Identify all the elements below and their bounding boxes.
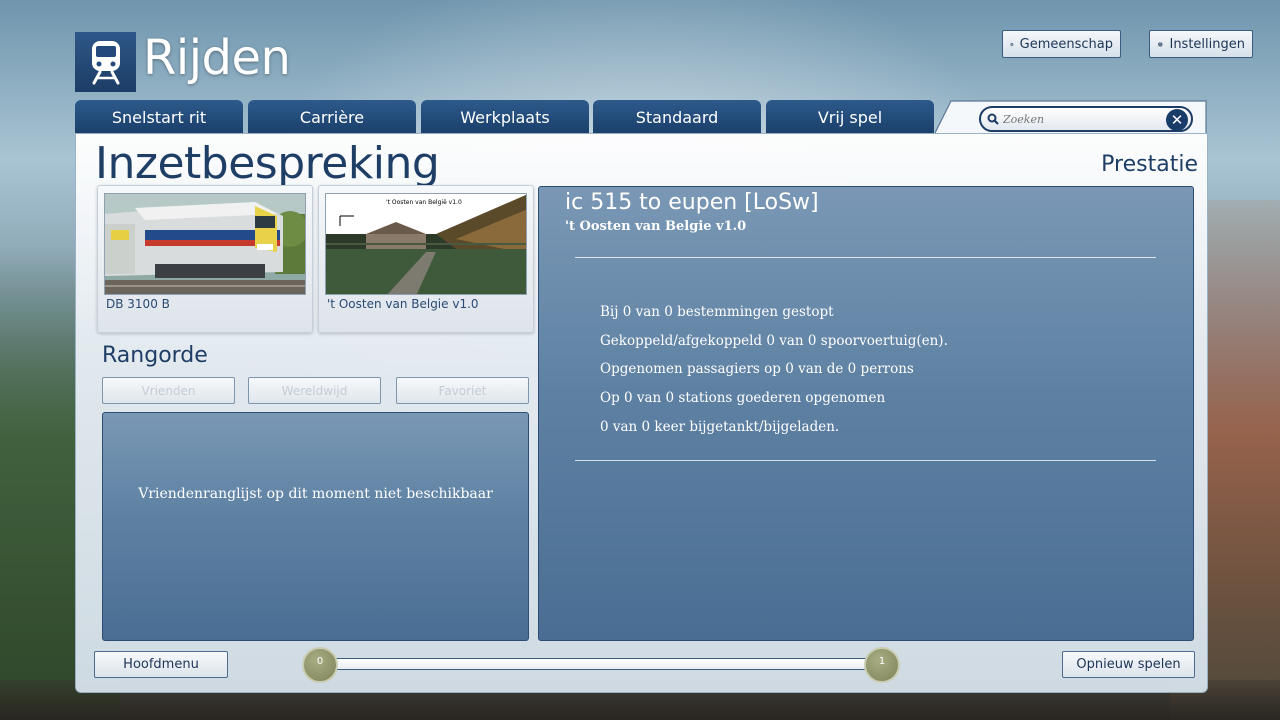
scenario-route: 't Oosten van Belgie v1.0 [565, 219, 747, 234]
friends-filter-button[interactable]: Vrienden [102, 377, 235, 404]
route-image-title: 't Oosten van België v1.0 [386, 199, 462, 206]
replay-button[interactable]: Opnieuw spelen [1062, 651, 1195, 678]
close-icon[interactable]: ✕ [1166, 109, 1188, 131]
settings-label: Instellingen [1169, 36, 1245, 52]
performance-title: Prestatie [1101, 152, 1198, 177]
tab-workshop[interactable]: Werkplaats [421, 100, 589, 134]
scenario-panel [538, 186, 1194, 641]
route-caption: 't Oosten van Belgie v1.0 [327, 297, 479, 311]
search-input[interactable] [1003, 112, 1163, 126]
ranking-title: Rangorde [102, 343, 208, 368]
locomotive-image [104, 193, 306, 295]
app-logo [75, 32, 136, 92]
search-field[interactable]: ✕ [979, 106, 1193, 132]
app-title: Rijden [143, 30, 291, 86]
page-title: Inzetbespreking [95, 138, 440, 189]
settings-button[interactable]: Instellingen [1149, 30, 1253, 58]
gear-icon [1157, 41, 1163, 47]
stat-destinations: Bij 0 van 0 bestemmingen gestopt [600, 304, 834, 320]
train-icon [91, 41, 120, 85]
progress-track [320, 658, 884, 670]
tab-free-roam[interactable]: Vrij spel [766, 100, 934, 134]
magnifier-icon [987, 113, 999, 125]
divider-top [575, 257, 1156, 258]
progress-start-node: 0 [302, 647, 338, 683]
stat-cargo: Op 0 van 0 stations goederen opgenomen [600, 390, 886, 406]
main-menu-button[interactable]: Hoofdmenu [94, 651, 228, 678]
favorites-filter-button[interactable]: Favoriet [396, 377, 529, 404]
tab-standard[interactable]: Standaard [593, 100, 761, 134]
route-card[interactable]: 't Oosten van België v1.0 't Oosten van … [318, 185, 534, 333]
route-image: 't Oosten van België v1.0 [325, 193, 527, 295]
globe-icon [1010, 42, 1014, 46]
locomotive-caption: DB 3100 B [106, 297, 170, 311]
locomotive-card[interactable]: DB 3100 B [97, 185, 313, 333]
tab-quick-drive[interactable]: Snelstart rit [75, 100, 243, 134]
leaderboard-panel [102, 412, 529, 641]
divider-bottom [575, 460, 1156, 461]
leaderboard-empty-message: Vriendenranglijst op dit moment niet bes… [138, 486, 493, 502]
community-button[interactable]: Gemeenschap [1002, 30, 1121, 58]
worldwide-filter-button[interactable]: Wereldwijd [248, 377, 381, 404]
stat-passengers: Opgenomen passagiers op 0 van de 0 perro… [600, 361, 914, 377]
community-label: Gemeenschap [1019, 36, 1113, 52]
progress-end-node: 1 [864, 647, 900, 683]
stat-refuel: 0 van 0 keer bijgetankt/bijgeladen. [600, 419, 840, 435]
scenario-title: ic 515 to eupen [LoSw] [565, 190, 819, 215]
stat-couplings: Gekoppeld/afgekoppeld 0 van 0 spoorvoert… [600, 333, 948, 349]
tab-career[interactable]: Carrière [248, 100, 416, 134]
